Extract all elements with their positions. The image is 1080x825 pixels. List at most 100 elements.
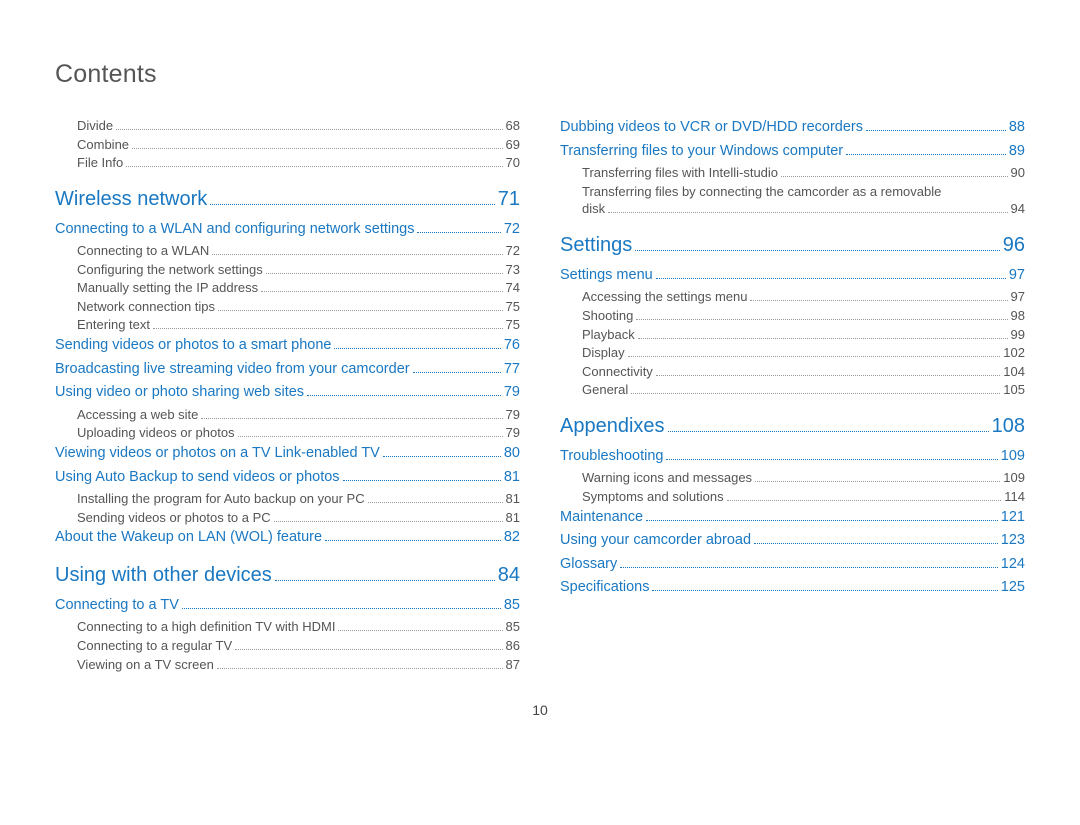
toc-entry[interactable]: Divide68 (55, 117, 520, 135)
toc-leader-dots (646, 506, 998, 520)
toc-leader-dots (325, 527, 501, 541)
toc-label: Maintenance (560, 508, 643, 528)
toc-page-number: 90 (1011, 164, 1025, 182)
toc-entry[interactable]: Broadcasting live streaming video from y… (55, 359, 520, 380)
page-number: 10 (55, 702, 1025, 718)
toc-leader-dots (620, 554, 998, 568)
toc-entry[interactable]: Troubleshooting109 (560, 446, 1025, 467)
toc-label: Combine (77, 136, 129, 154)
page-body: Contents Divide68Combine69File Info70Wir… (0, 0, 1080, 738)
toc-entry[interactable]: Transferring files to your Windows compu… (560, 141, 1025, 162)
toc-page-number: 85 (506, 618, 520, 636)
toc-label: Connecting to a regular TV (77, 637, 232, 655)
toc-page-number: 73 (506, 261, 520, 279)
toc-entry[interactable]: Symptoms and solutions114 (560, 488, 1025, 506)
toc-entry[interactable]: Maintenance 121 (560, 506, 1025, 527)
toc-label: Manually setting the IP address (77, 279, 258, 297)
toc-entry[interactable]: Configuring the network settings73 (55, 261, 520, 279)
toc-entry[interactable]: Sending videos or photos to a PC81 (55, 509, 520, 527)
toc-label: Shooting (582, 307, 633, 325)
toc-entry[interactable]: Playback99 (560, 326, 1025, 344)
toc-page-number: 82 (504, 528, 520, 548)
toc-leader-dots (218, 298, 503, 311)
toc-entry[interactable]: Using Auto Backup to send videos or phot… (55, 467, 520, 488)
toc-entry[interactable]: Connecting to a WLAN72 (55, 242, 520, 260)
toc-entry[interactable]: Connecting to a high definition TV with … (55, 618, 520, 636)
toc-leader-dots (343, 467, 501, 481)
toc-label: Accessing a web site (77, 406, 198, 424)
toc-entry[interactable]: Connecting to a WLAN and configuring net… (55, 219, 520, 240)
toc-page-number: 123 (1001, 531, 1025, 551)
toc-leader-dots (275, 562, 495, 581)
toc-leader-dots (338, 619, 502, 632)
toc-label: About the Wakeup on LAN (WOL) feature (55, 528, 322, 548)
toc-entry[interactable]: Combine69 (55, 136, 520, 154)
toc-label: Playback (582, 326, 635, 344)
toc-label: Connecting to a WLAN and configuring net… (55, 220, 414, 240)
toc-label: Warning icons and messages (582, 469, 752, 487)
toc-entry[interactable]: Sending videos or photos to a smart phon… (55, 335, 520, 356)
toc-entry[interactable]: Installing the program for Auto backup o… (55, 490, 520, 508)
toc-entry[interactable]: Wireless network71 (55, 186, 520, 213)
toc-entry[interactable]: Viewing on a TV screen87 (55, 656, 520, 674)
toc-page-number: 77 (504, 360, 520, 380)
toc-leader-dots (413, 359, 501, 373)
toc-left-column: Divide68Combine69File Info70 Wireless net… (55, 117, 520, 674)
toc-label: Wireless network (55, 186, 207, 213)
toc-right-column: Dubbing videos to VCR or DVD/HDD recorde… (560, 117, 1025, 674)
toc-label: Entering text (77, 316, 150, 334)
toc-label: Dubbing videos to VCR or DVD/HDD recorde… (560, 118, 863, 138)
toc-leader-dots (383, 443, 501, 457)
toc-entry[interactable]: Warning icons and messages109 (560, 469, 1025, 487)
toc-page-number: 84 (498, 562, 520, 589)
toc-leader-dots (307, 382, 501, 396)
toc-entry[interactable]: Manually setting the IP address74 (55, 279, 520, 297)
toc-entry[interactable]: Connecting to a TV85 (55, 595, 520, 616)
toc-entry[interactable]: Accessing a web site 79 (55, 406, 520, 424)
toc-label: Broadcasting live streaming video from y… (55, 360, 410, 380)
toc-entry[interactable]: Appendixes108 (560, 413, 1025, 440)
toc-entry[interactable]: Settings menu97 (560, 265, 1025, 286)
toc-entry[interactable]: Viewing videos or photos on a TV Link-en… (55, 443, 520, 464)
toc-entry[interactable]: Entering text75 (55, 316, 520, 334)
toc-leader-dots (210, 186, 494, 205)
toc-page-number: 114 (1004, 488, 1025, 506)
toc-entry[interactable]: Uploading videos or photos79 (55, 424, 520, 442)
toc-leader-dots (652, 577, 997, 591)
toc-entry[interactable]: Using video or photo sharing web sites79 (55, 382, 520, 403)
toc-entry[interactable]: Connecting to a regular TV86 (55, 637, 520, 655)
toc-entry[interactable]: Accessing the settings menu97 (560, 288, 1025, 306)
toc-label: Appendixes (560, 413, 665, 440)
toc-leader-dots (126, 154, 502, 167)
toc-entry[interactable]: File Info70 (55, 154, 520, 172)
toc-entry[interactable]: Using your camcorder abroad123 (560, 530, 1025, 551)
toc-label: Using with other devices (55, 562, 272, 589)
toc-page-number: 121 (1001, 508, 1025, 528)
toc-label: disk (582, 200, 605, 218)
toc-entry[interactable]: Specifications125 (560, 577, 1025, 598)
toc-entry[interactable]: General105 (560, 381, 1025, 399)
toc-leader-dots (368, 490, 503, 503)
toc-label: Specifications (560, 578, 649, 598)
toc-entry[interactable]: Glossary124 (560, 554, 1025, 575)
toc-page-number: 98 (1011, 307, 1025, 325)
toc-label: Viewing videos or photos on a TV Link-en… (55, 444, 380, 464)
toc-entry-continuation[interactable]: disk94 (560, 200, 1025, 218)
toc-entry[interactable]: Settings96 (560, 232, 1025, 259)
toc-entry[interactable]: About the Wakeup on LAN (WOL) feature 82 (55, 527, 520, 548)
toc-entry[interactable]: Display102 (560, 344, 1025, 362)
toc-page-number: 79 (506, 406, 520, 424)
toc-entry[interactable]: Network connection tips75 (55, 298, 520, 316)
toc-entry[interactable]: Connectivity104 (560, 363, 1025, 381)
toc-entry[interactable]: Transferring files with Intelli-studio90 (560, 164, 1025, 182)
toc-label: Connecting to a TV (55, 596, 179, 616)
toc-leader-dots (217, 656, 503, 669)
toc-leader-dots (668, 413, 989, 432)
toc-label: Glossary (560, 555, 617, 575)
toc-entry[interactable]: Using with other devices 84 (55, 562, 520, 589)
toc-leader-dots (266, 261, 503, 274)
toc-page-number: 81 (504, 468, 520, 488)
toc-entry[interactable]: Dubbing videos to VCR or DVD/HDD recorde… (560, 117, 1025, 138)
toc-page-number: 81 (506, 490, 520, 508)
toc-entry[interactable]: Shooting 98 (560, 307, 1025, 325)
